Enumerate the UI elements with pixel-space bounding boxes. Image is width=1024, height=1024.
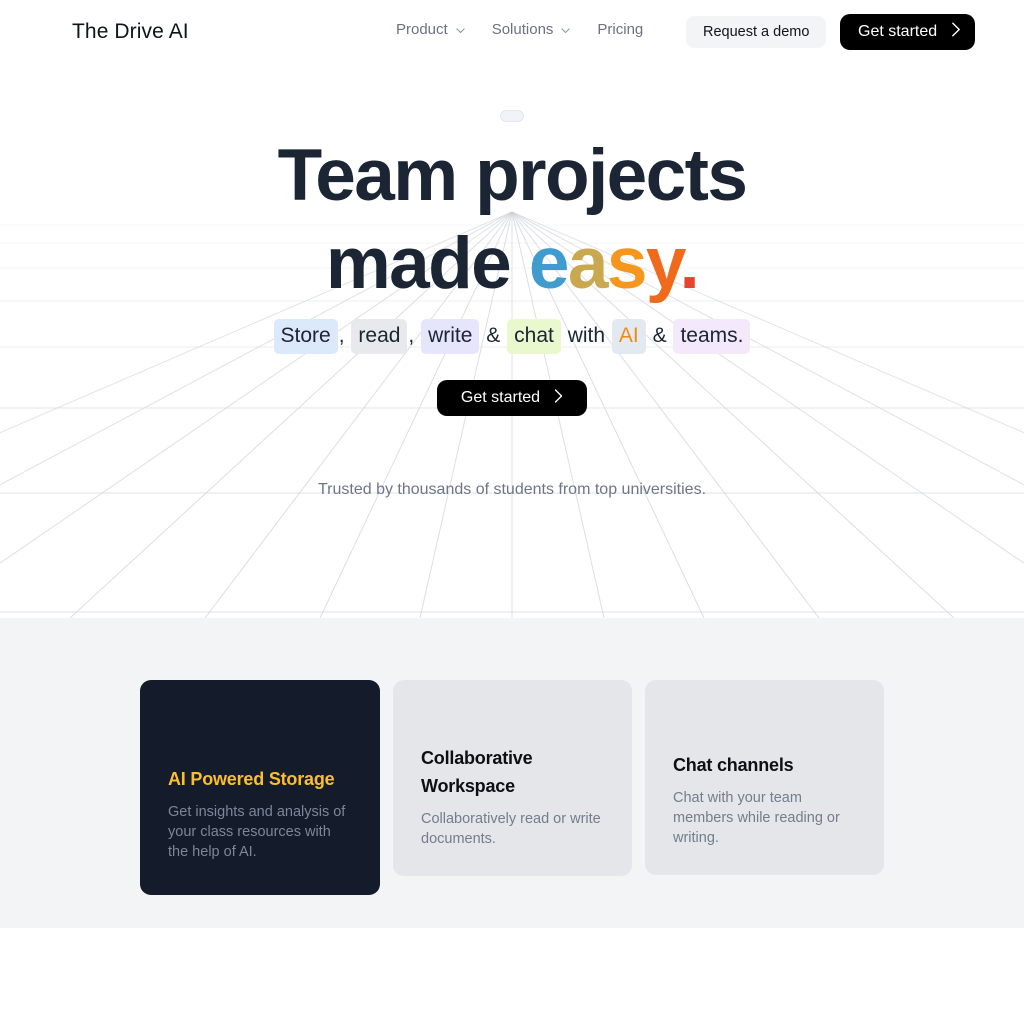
headline-letter-y: y [645, 223, 681, 304]
headline-letter-e: e [528, 223, 570, 304]
main-navigation: Product Solutions Pricing [396, 21, 643, 38]
chevron-down-icon [560, 25, 571, 36]
feature-card-body: Chat with your team members while readin… [673, 790, 840, 846]
hero-get-started-label: Get started [460, 389, 541, 406]
nav-item-solutions[interactable]: Solutions [492, 21, 572, 38]
header-get-started-button[interactable]: Get started [840, 14, 976, 50]
headline-letter-s: s [606, 223, 648, 304]
hero-headline: Team projects made easy. [0, 132, 1024, 308]
feature-card-list: AI Powered Storage Get insights and anal… [140, 680, 884, 895]
headline-line-1: Team projects [277, 135, 748, 216]
subline-teams: teams. [673, 319, 751, 354]
chevron-down-icon [455, 25, 466, 36]
chevron-right-icon [951, 22, 961, 42]
request-demo-label: Request a demo [703, 24, 810, 40]
subline-amp-2: & [652, 324, 667, 347]
request-demo-button[interactable]: Request a demo [686, 16, 827, 48]
nav-item-pricing[interactable]: Pricing [597, 21, 643, 38]
feature-card-body: Collaboratively read or write documents. [421, 811, 601, 847]
subline-comma-1: , [338, 324, 345, 347]
feature-card-collaborative-workspace[interactable]: Collaborative Workspace Collaboratively … [393, 680, 632, 876]
feature-card-title: Chat channels [673, 755, 794, 775]
feature-card-ai-powered-storage[interactable]: AI Powered Storage Get insights and anal… [140, 680, 380, 895]
hero-subline: Store, read, write & chat with AI & team… [0, 319, 1024, 354]
feature-card-title: AI Powered Storage [168, 769, 335, 789]
landing-page: Team projects made easy. Store, read, wr… [0, 0, 1024, 1024]
feature-card-chat-channels[interactable]: Chat channels Chat with your team member… [645, 680, 884, 875]
headline-line-2: made easy. [0, 220, 1024, 308]
subline-read: read [351, 319, 408, 354]
trusted-by-text: Trusted by thousands of students from to… [317, 481, 707, 498]
subline-write: write [421, 319, 480, 354]
headline-letter-a: a [567, 223, 609, 304]
perspective-grid-background [0, 211, 1024, 618]
subline-store: Store [273, 319, 338, 354]
logo[interactable]: The Drive AI [72, 20, 189, 44]
hero-badge-pill [500, 110, 524, 122]
subline-comma-2: , [408, 324, 415, 347]
feature-card-title: Collaborative Workspace [421, 748, 533, 796]
nav-item-product-label: Product [396, 21, 448, 38]
subline-chat: chat [507, 319, 561, 354]
subline-with: with [567, 324, 606, 347]
nav-item-solutions-label: Solutions [491, 21, 554, 38]
hero-section: Team projects made easy. Store, read, wr… [0, 0, 1024, 618]
nav-item-pricing-label: Pricing [597, 21, 644, 38]
subline-ai: AI [611, 319, 646, 354]
subline-amp-1: & [486, 324, 501, 347]
site-header: The Drive AI Product Solutions Pricing R… [0, 0, 1024, 64]
nav-item-product[interactable]: Product [396, 21, 466, 38]
hero-get-started-button[interactable]: Get started [437, 380, 587, 416]
next-section-panel [0, 928, 1024, 1024]
header-get-started-label: Get started [858, 23, 938, 40]
feature-card-body: Get insights and analysis of your class … [168, 804, 346, 860]
features-section: AI Powered Storage Get insights and anal… [0, 618, 1024, 928]
headline-made: made [325, 223, 529, 304]
headline-period: . [679, 223, 699, 304]
chevron-right-icon [554, 388, 563, 408]
